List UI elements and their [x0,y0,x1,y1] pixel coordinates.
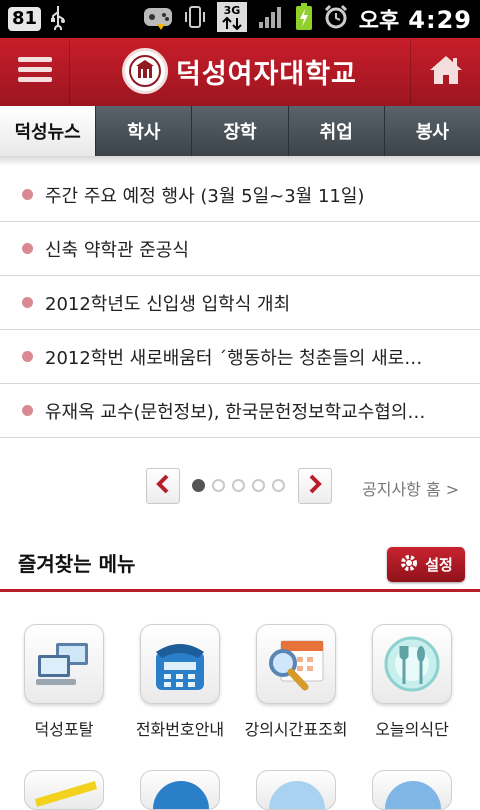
favorite-next-row-item[interactable] [372,770,452,810]
bullet-icon [22,189,33,200]
computer-icon [24,624,104,704]
favorites-title: 즐겨찾는 메뉴 [18,552,136,576]
tab-employment[interactable]: 취업 [288,106,385,156]
favorite-next-row-item[interactable] [140,770,220,810]
calendar-search-icon [256,624,336,704]
favorite-label: 강의시간표조회 [244,720,348,739]
home-icon [428,54,464,90]
settings-button[interactable]: 설정 [387,547,465,582]
favorite-portal[interactable]: 덕성포탈 [6,624,122,740]
usb-icon [49,4,67,34]
home-button[interactable] [410,38,480,106]
game-icon [143,4,173,34]
status-bar: 81 3G 오후 4:29 [0,0,480,38]
news-title: 2012학번 새로배움터 ´행동하는 청춘들의 새로… [45,347,423,369]
favorite-label: 오늘의식단 [375,720,449,739]
gear-icon [399,553,419,577]
notice-home-link[interactable]: 공지사항 홈 > [362,476,459,500]
tab-shadow [0,156,480,166]
ampm-label: 오후 [358,9,400,34]
news-title: 2012학년도 신입생 입학식 개최 [45,293,291,315]
bullet-icon [22,351,33,362]
battery-icon [295,3,313,35]
bullet-icon [22,297,33,308]
bullet-icon [22,405,33,416]
favorite-label: 덕성포탈 [34,720,94,739]
menu-button[interactable] [0,38,70,106]
favorite-phone-directory[interactable]: 전화번호안내 [122,624,238,740]
tab-scholarship[interactable]: 장학 [192,106,289,156]
news-list: 주간 주요 예정 행사 (3월 5일~3월 11일) 신축 약학관 준공식 20… [0,168,480,438]
favorites-header: 즐겨찾는 메뉴 설정 [0,540,480,592]
chevron-left-icon [156,474,170,498]
list-item[interactable]: 2012학번 새로배움터 ´행동하는 청춘들의 새로… [0,330,480,384]
university-logo [122,48,168,94]
news-pager: 공지사항 홈 > [0,468,480,506]
favorite-todays-menu[interactable]: 오늘의식단 [354,624,470,740]
svg-text:3G: 3G [223,4,240,17]
signal-icon [257,4,285,34]
dining-icon [372,624,452,704]
app-header: 덕성여자대학교 [0,38,480,106]
page-dot [212,479,225,492]
vibrate-icon [183,4,207,34]
news-title: 주간 주요 예정 행사 (3월 5일~3월 11일) [45,185,365,207]
favorite-timetable[interactable]: 강의시간표조회 [238,624,354,740]
page-dot [252,479,265,492]
clock: 4:29 [408,6,472,34]
tab-volunteer[interactable]: 봉사 [384,106,480,156]
news-title: 신축 약학관 준공식 [45,239,189,261]
list-item[interactable]: 주간 주요 예정 행사 (3월 5일~3월 11일) [0,168,480,222]
page-dot [232,479,245,492]
category-tabs: 덕성뉴스 학사 장학 취업 봉사 [0,106,480,156]
hamburger-icon [17,56,52,88]
3g-data-icon: 3G [216,2,247,36]
list-item[interactable]: 유재옥 교수(문헌정보), 한국문헌정보학교수협의… [0,384,480,438]
page-dot [272,479,285,492]
app-title: 덕성여자대학교 [176,58,357,90]
phone-icon [140,624,220,704]
bullet-icon [22,243,33,254]
next-page-button[interactable] [298,468,332,504]
chevron-right-icon [308,474,322,498]
page-dot [192,479,205,492]
prev-page-button[interactable] [146,468,180,504]
page-indicator [192,479,285,492]
favorite-next-row-item[interactable] [24,770,104,810]
list-item[interactable]: 2012학년도 신입생 입학식 개최 [0,276,480,330]
tab-academic[interactable]: 학사 [96,106,193,156]
tab-news[interactable]: 덕성뉴스 [0,106,97,156]
alarm-icon [323,4,349,34]
news-title: 유재옥 교수(문헌정보), 한국문헌정보학교수협의… [45,401,426,423]
favorite-label: 전화번호안내 [135,720,225,739]
list-item[interactable]: 신축 약학관 준공식 [0,222,480,276]
battery-badge: 81 [8,7,42,31]
settings-label: 설정 [425,556,453,574]
favorite-next-row-item[interactable] [256,770,336,810]
